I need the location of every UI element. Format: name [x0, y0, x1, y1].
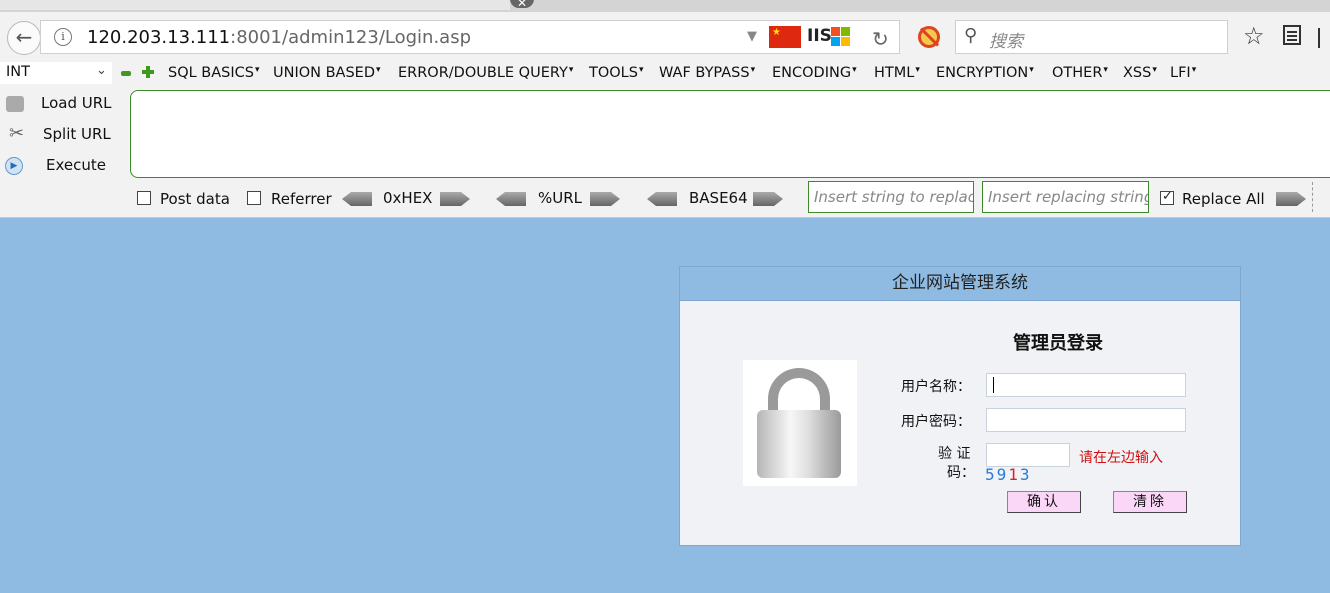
login-title: 管理员登录 — [1013, 333, 1103, 354]
menu-html[interactable]: HTML — [874, 65, 920, 81]
replace-from-input[interactable]: Insert string to replace — [808, 181, 974, 213]
tab-active[interactable] — [0, 0, 510, 10]
captcha-digits-a: 59 — [985, 465, 1009, 484]
nav-bar: ← i 120.203.13.111:8001/admin123/Login.a… — [0, 16, 1330, 56]
menu-union-based[interactable]: UNION BASED — [273, 65, 381, 81]
login-panel: 企业网站管理系统 管理员登录 用户名称： 用户密码： 验 证 码： 请在左边输入… — [679, 266, 1241, 546]
search-box[interactable]: ⚲ 搜索 — [955, 20, 1228, 54]
menu-tools[interactable]: TOOLS — [589, 65, 644, 81]
url-text[interactable]: 120.203.13.111:8001/admin123/Login.asp — [87, 27, 471, 48]
password-label: 用户密码： — [901, 414, 971, 430]
minus-icon[interactable] — [121, 71, 131, 76]
captcha-hint: 请在左边输入 — [1079, 450, 1163, 466]
clear-button[interactable]: 清除 — [1113, 491, 1187, 513]
bookmark-star-icon[interactable]: ☆ — [1243, 22, 1265, 50]
menu-error-double-query[interactable]: ERROR/DOUBLE QUERY — [398, 65, 573, 81]
replace-all-label: Replace All — [1182, 190, 1265, 208]
browser-chrome: ✕ ← i 120.203.13.111:8001/admin123/Login… — [0, 0, 1330, 218]
password-input[interactable] — [986, 408, 1186, 432]
hackbar-options-row: Post data Referrer 0xHEX %URL BASE64 Ins… — [0, 181, 1330, 214]
menu-sql-basics[interactable]: SQL BASICS — [168, 65, 260, 81]
plus-icon[interactable] — [142, 66, 154, 78]
library-icon[interactable] — [1283, 25, 1301, 45]
menu-xss[interactable]: XSS — [1123, 65, 1157, 81]
reload-icon[interactable]: ↻ — [872, 27, 889, 51]
hex-decode-arrow-icon[interactable] — [342, 192, 372, 206]
replace-all-checkbox[interactable] — [1160, 189, 1174, 205]
load-url-icon — [6, 96, 24, 112]
url-path: :8001/admin123/Login.asp — [230, 27, 472, 48]
captcha-label-line1: 验 证 — [938, 446, 971, 462]
windows-logo-icon — [831, 27, 851, 47]
captcha-digit-c: 3 — [1019, 465, 1032, 484]
username-label: 用户名称： — [901, 379, 971, 395]
address-bar[interactable]: i 120.203.13.111:8001/admin123/Login.asp… — [40, 20, 900, 54]
captcha-image: 5913 — [985, 465, 1032, 484]
execute-button[interactable]: ▶ Execute — [0, 152, 128, 180]
chevron-down-icon: ⌄ — [96, 63, 107, 78]
play-icon: ▶ — [5, 157, 23, 175]
post-data-label: Post data — [160, 190, 230, 208]
info-icon[interactable]: i — [54, 28, 72, 46]
base64-decode-arrow-icon[interactable] — [647, 192, 677, 206]
injection-type-select[interactable]: INT ⌄ — [0, 62, 112, 84]
post-data-checkbox[interactable] — [137, 191, 151, 205]
confirm-button[interactable]: 确认 — [1007, 491, 1081, 513]
menu-lfi[interactable]: LFI — [1170, 65, 1196, 81]
overflow-icon[interactable] — [1318, 28, 1330, 48]
url-label: %URL — [538, 189, 583, 207]
base64-label: BASE64 — [689, 189, 748, 207]
execute-label: Execute — [46, 156, 106, 174]
scissors-icon: ✂ — [9, 123, 25, 144]
search-icon: ⚲ — [964, 25, 978, 46]
referrer-checkbox[interactable] — [247, 191, 261, 205]
back-button[interactable]: ← — [7, 21, 41, 55]
captcha-label-line2: 码： — [947, 465, 975, 481]
tab-close-icon[interactable]: ✕ — [510, 0, 534, 10]
replace-run-arrow-icon[interactable] — [1276, 192, 1306, 206]
username-input[interactable] — [986, 373, 1186, 397]
hackbar-menu: INT ⌄ SQL BASICS UNION BASED ERROR/DOUBL… — [0, 62, 1330, 86]
menu-encoding[interactable]: ENCODING — [772, 65, 857, 81]
captcha-input[interactable] — [986, 443, 1070, 467]
china-flag-icon: ★ — [769, 26, 801, 48]
base64-encode-arrow-icon[interactable] — [753, 192, 783, 206]
hex-encode-arrow-icon[interactable] — [440, 192, 470, 206]
separator — [1312, 182, 1313, 212]
load-url-button[interactable]: Load URL — [0, 90, 128, 118]
injection-type-value: INT — [6, 64, 30, 80]
tab-strip: ✕ — [0, 0, 1330, 12]
padlock-icon — [743, 360, 857, 486]
referrer-label: Referrer — [271, 190, 332, 208]
noscript-icon[interactable] — [918, 26, 940, 48]
url-dropdown-icon[interactable]: ▼ — [747, 29, 757, 44]
text-caret — [993, 377, 994, 393]
back-arrow-icon: ← — [15, 25, 33, 49]
menu-other[interactable]: OTHER — [1052, 65, 1108, 81]
menu-waf-bypass[interactable]: WAF BYPASS — [659, 65, 755, 81]
system-title: 企业网站管理系统 — [680, 267, 1240, 301]
url-encode-arrow-icon[interactable] — [590, 192, 620, 206]
split-url-button[interactable]: ✂ Split URL — [0, 121, 128, 149]
url-decode-arrow-icon[interactable] — [496, 192, 526, 206]
captcha-digit-b: 1 — [1008, 465, 1020, 484]
hex-label: 0xHEX — [383, 189, 433, 207]
login-body: 管理员登录 用户名称： 用户密码： 验 证 码： 请在左边输入 5913 确认 … — [680, 301, 1240, 545]
menu-encryption[interactable]: ENCRYPTION — [936, 65, 1034, 81]
search-placeholder: 搜索 — [989, 32, 1023, 52]
url-host: 120.203.13.111 — [87, 27, 231, 48]
iis-badge: IIS — [807, 26, 832, 46]
replace-to-input[interactable]: Insert replacing string — [982, 181, 1149, 213]
load-url-label: Load URL — [41, 94, 112, 112]
split-url-label: Split URL — [43, 125, 111, 143]
hackbar-url-textarea[interactable] — [130, 90, 1330, 178]
